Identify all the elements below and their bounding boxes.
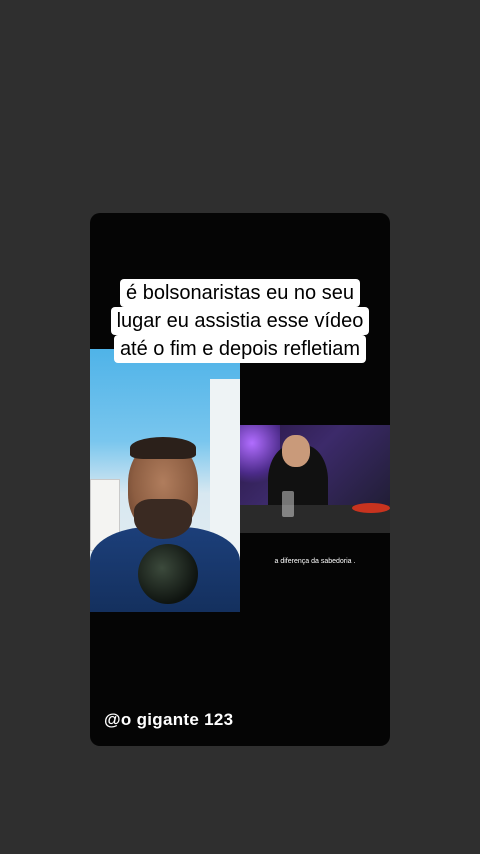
host-face [282,435,310,467]
person-hair [130,437,196,459]
caption-overlay: é bolsonaristas eu no seu lugar eu assis… [90,279,390,363]
glass [282,491,294,517]
webcam-feed-left [90,349,240,612]
microphone [138,544,198,604]
video-player[interactable]: é bolsonaristas eu no seu lugar eu assis… [90,213,390,746]
watermark-handle: @o gigante 123 [104,710,234,729]
caption-line-2: lugar eu assistia esse vídeo [110,307,370,335]
podcast-feed-right [240,425,390,533]
red-object [352,503,390,513]
video-subtitle: a diferença da sabedoria . [274,558,356,565]
caption-line-3: até o fim e depois refletiam [113,335,367,363]
caption-line-1: é bolsonaristas eu no seu [120,279,360,307]
person-beard [134,499,192,539]
